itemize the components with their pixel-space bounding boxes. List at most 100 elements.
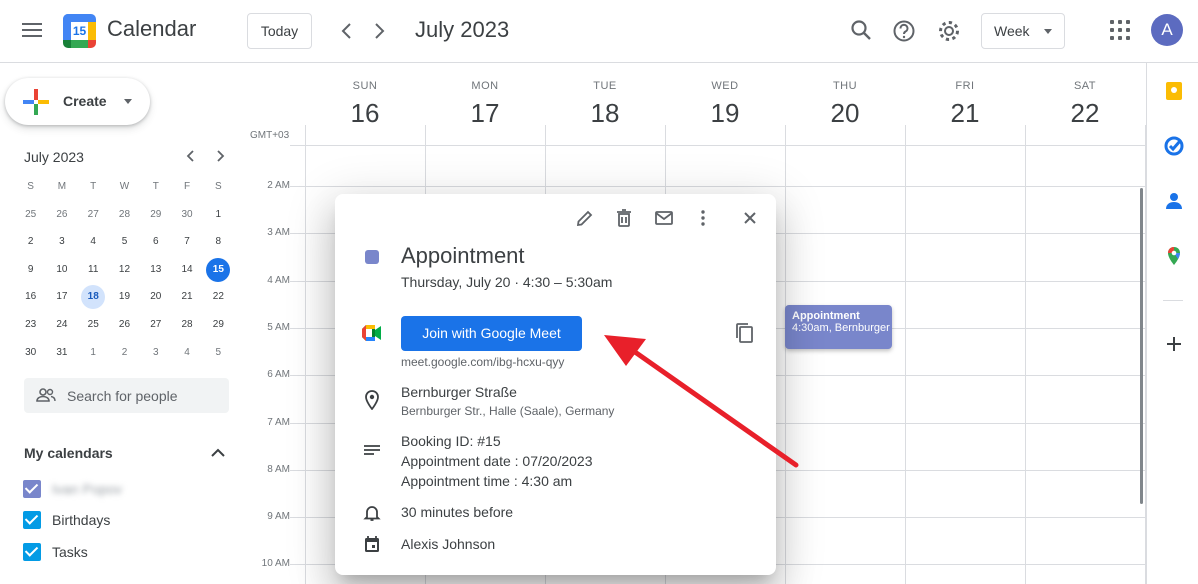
location-address: Bernburger Str., Halle (Saale), Germany xyxy=(401,404,615,418)
mini-calendar-day[interactable]: 30 xyxy=(15,341,46,365)
mini-calendar-day[interactable]: 2 xyxy=(15,230,46,254)
calendar-item-birthdays[interactable]: Birthdays xyxy=(22,509,222,531)
contacts-icon[interactable] xyxy=(1163,190,1185,212)
mini-calendar-day-number: 23 xyxy=(25,318,37,330)
mini-calendar-day[interactable]: 16 xyxy=(15,285,46,309)
keep-icon[interactable] xyxy=(1163,80,1185,102)
mini-calendar-day[interactable]: 22 xyxy=(203,285,234,309)
calendar-event-chip[interactable]: Appointment 4:30am, Bernburger Str xyxy=(785,305,892,349)
mini-calendar-day[interactable]: 12 xyxy=(109,258,140,282)
help-icon[interactable] xyxy=(890,17,918,45)
mini-calendar-day[interactable]: 10 xyxy=(46,258,77,282)
close-icon[interactable] xyxy=(738,206,762,230)
chevron-right-icon[interactable] xyxy=(367,19,391,43)
mini-calendar-day[interactable]: 30 xyxy=(171,203,202,227)
mini-calendar-day[interactable]: 4 xyxy=(171,341,202,365)
mini-calendar-day[interactable]: 28 xyxy=(171,313,202,337)
mini-calendar-day[interactable]: 29 xyxy=(203,313,234,337)
day-column-header[interactable]: THU 20 xyxy=(785,80,905,129)
mini-calendar-day[interactable]: 26 xyxy=(109,313,140,337)
calendar-item-tasks[interactable]: Tasks xyxy=(22,541,222,563)
day-column-header[interactable]: WED 19 xyxy=(665,80,785,129)
join-google-meet-button[interactable]: Join with Google Meet xyxy=(401,316,582,351)
chevron-up-icon[interactable] xyxy=(208,443,228,463)
view-switcher-dropdown[interactable]: Week xyxy=(981,13,1065,49)
mini-calendar-day[interactable]: 8 xyxy=(203,230,234,254)
mini-calendar-day[interactable]: 29 xyxy=(140,203,171,227)
mini-calendar-day[interactable]: 11 xyxy=(78,258,109,282)
mini-calendar-day[interactable]: 5 xyxy=(203,341,234,365)
mini-calendar-day[interactable]: 9 xyxy=(15,258,46,282)
mini-calendar-day[interactable]: 25 xyxy=(78,313,109,337)
mini-calendar-day[interactable]: 3 xyxy=(46,230,77,254)
mini-calendar-day[interactable]: 23 xyxy=(15,313,46,337)
day-column-header[interactable]: TUE 18 xyxy=(545,80,665,129)
search-icon[interactable] xyxy=(848,17,876,45)
location-pin-icon xyxy=(362,390,382,411)
mini-calendar-day[interactable]: 19 xyxy=(109,285,140,309)
mini-calendar-day[interactable]: 21 xyxy=(171,285,202,309)
search-people-input[interactable]: Search for people xyxy=(24,378,229,413)
grid-scrollbar[interactable] xyxy=(1140,188,1143,504)
calendar-checkbox[interactable] xyxy=(23,511,41,529)
more-options-icon[interactable] xyxy=(691,206,715,230)
day-number[interactable]: 17 xyxy=(425,98,545,129)
account-avatar[interactable]: A xyxy=(1151,14,1183,46)
day-column-header[interactable]: SAT 22 xyxy=(1025,80,1145,129)
copy-icon[interactable] xyxy=(734,322,754,344)
day-column-header[interactable]: SUN 16 xyxy=(305,80,425,129)
chevron-left-icon[interactable] xyxy=(335,19,359,43)
delete-trash-icon[interactable] xyxy=(612,206,636,230)
mini-calendar-day[interactable]: 20 xyxy=(140,285,171,309)
settings-gear-icon[interactable] xyxy=(935,17,963,45)
day-number[interactable]: 16 xyxy=(305,98,425,129)
day-number[interactable]: 21 xyxy=(905,98,1025,129)
mini-calendar-day[interactable]: 4 xyxy=(78,230,109,254)
maps-icon[interactable] xyxy=(1163,245,1185,267)
side-panel-rail xyxy=(1146,63,1198,584)
google-apps-icon[interactable] xyxy=(1109,19,1131,41)
today-button[interactable]: Today xyxy=(247,13,312,49)
add-addon-icon[interactable] xyxy=(1163,333,1185,355)
mini-calendar-day[interactable]: 17 xyxy=(46,285,77,309)
day-number[interactable]: 19 xyxy=(665,98,785,129)
calendar-checkbox[interactable] xyxy=(23,543,41,561)
mini-prev-month-icon[interactable] xyxy=(181,146,201,166)
mini-calendar-day[interactable]: 1 xyxy=(78,341,109,365)
event-details-popup: Appointment Thursday, July 20 · 4:30 – 5… xyxy=(335,194,776,575)
edit-pencil-icon[interactable] xyxy=(573,206,597,230)
meet-link-text[interactable]: meet.google.com/ibg-hcxu-qyy xyxy=(401,355,564,369)
mini-calendar-day[interactable]: 15 xyxy=(203,257,234,282)
grid-column-divider xyxy=(785,125,786,584)
day-number[interactable]: 20 xyxy=(785,98,905,129)
mini-calendar-day[interactable]: 27 xyxy=(140,313,171,337)
mini-calendar-day[interactable]: 3 xyxy=(140,341,171,365)
day-column-header[interactable]: FRI 21 xyxy=(905,80,1025,129)
mini-calendar-day[interactable]: 7 xyxy=(171,230,202,254)
mini-calendar-day[interactable]: 25 xyxy=(15,203,46,227)
mini-calendar-day[interactable]: 26 xyxy=(46,203,77,227)
mini-calendar-day[interactable]: 24 xyxy=(46,313,77,337)
day-number[interactable]: 22 xyxy=(1025,98,1145,129)
email-guests-icon[interactable] xyxy=(652,206,676,230)
mini-calendar-day[interactable]: 2 xyxy=(109,341,140,365)
mini-calendar-day[interactable]: 5 xyxy=(109,230,140,254)
mini-calendar-day[interactable]: 6 xyxy=(140,230,171,254)
day-number[interactable]: 18 xyxy=(545,98,665,129)
mini-next-month-icon[interactable] xyxy=(210,146,230,166)
day-column-header[interactable]: MON 17 xyxy=(425,80,545,129)
calendar-logo[interactable]: 15 xyxy=(63,14,96,48)
mini-calendar-day[interactable]: 27 xyxy=(78,203,109,227)
mini-calendar-day[interactable]: 31 xyxy=(46,341,77,365)
calendar-checkbox[interactable] xyxy=(23,480,41,498)
day-name: FRI xyxy=(955,80,975,92)
tasks-icon[interactable] xyxy=(1163,135,1185,157)
mini-calendar-day[interactable]: 28 xyxy=(109,203,140,227)
mini-calendar-day[interactable]: 13 xyxy=(140,258,171,282)
create-button[interactable]: Create xyxy=(5,78,150,125)
main-menu-icon[interactable] xyxy=(20,20,44,44)
mini-calendar-day[interactable]: 14 xyxy=(171,258,202,282)
mini-calendar-day[interactable]: 1 xyxy=(203,203,234,227)
calendar-item-personal[interactable]: Ivan Popov xyxy=(22,478,222,500)
mini-calendar-day[interactable]: 18 xyxy=(78,285,109,310)
